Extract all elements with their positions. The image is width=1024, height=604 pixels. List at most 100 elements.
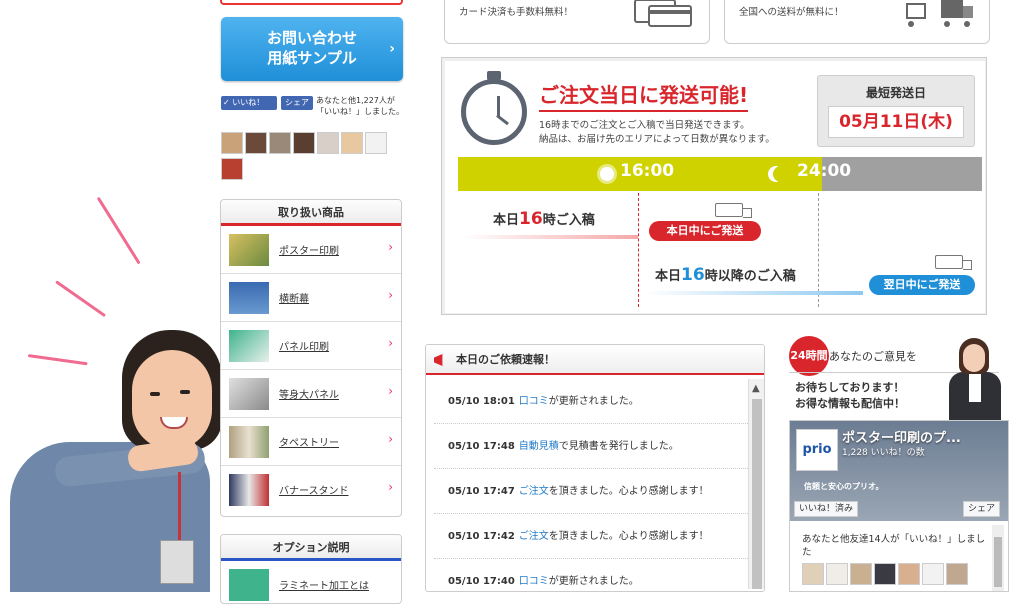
facebook-page-widget: prio ポスター印刷のプ... 1,228 いいね！の数 信頼と安心のプリオ。…: [789, 420, 1009, 592]
feed-text: が更新されました。: [548, 576, 639, 587]
avatar: [874, 563, 896, 585]
facebook-like-button[interactable]: ✓ いいね！: [221, 96, 277, 110]
prio-logo[interactable]: prio: [796, 429, 838, 471]
shipping-desc-line: 16時までのご注文とご入稿で当日発送できます。: [539, 120, 750, 131]
24h-badge: 24時間: [789, 336, 829, 376]
option-item-laminate[interactable]: ラミネート加工とは: [221, 561, 401, 603]
options-heading: オプション説明: [221, 535, 401, 561]
options-panel: オプション説明 ラミネート加工とは: [220, 534, 402, 604]
chevron-right-icon: ›: [388, 384, 393, 398]
feed-link[interactable]: 口コミ: [519, 396, 549, 407]
sample-button-line2: 用紙サンプル: [267, 49, 357, 67]
feed-link[interactable]: 自動見積: [519, 441, 559, 452]
opinion-title: あなたのご意見を: [829, 350, 917, 363]
product-label: パネル印刷: [279, 342, 329, 353]
avatar: [946, 563, 968, 585]
facebook-cover-image: prio ポスター印刷のプ... 1,228 いいね！の数 信頼と安心のプリオ。…: [790, 421, 1008, 521]
avatar: [365, 132, 387, 154]
facebook-widget-scrollbar[interactable]: [992, 525, 1004, 591]
feed-text: を頂きました。心より感謝します！: [548, 486, 709, 497]
product-thumbnail: [229, 378, 269, 410]
chevron-right-icon: ›: [388, 480, 393, 494]
chevron-right-icon: ›: [388, 240, 393, 254]
product-item-tapestry[interactable]: タペストリー ›: [221, 418, 401, 466]
feed-list: 05/10 18:01 口コミが更新されました。 05/10 17:48 自動見積で…: [434, 379, 748, 589]
next-day-ship-pill: 翌日中にご発送: [869, 275, 975, 295]
feed-heading-text: 本日のご依頼速報！: [456, 353, 555, 366]
feed-link[interactable]: 口コミ: [519, 576, 549, 587]
product-item-poster[interactable]: ポスター印刷 ›: [221, 226, 401, 274]
fastest-ship-box: 最短発送日 05月11日(木): [817, 75, 975, 147]
product-item-panel[interactable]: パネル印刷 ›: [221, 322, 401, 370]
facebook-friends-text: あなたと他友達14人が「いいね！」しました: [802, 534, 986, 558]
products-panel: 取り扱い商品 ポスター印刷 › 横断幕 › パネル印刷 › 等身大パネル › タ…: [220, 199, 402, 517]
feed-text: で見積書を発行しました。: [558, 441, 679, 452]
cart-truck-icon: [906, 0, 973, 27]
cutoff-time-label: 16:00: [620, 161, 675, 181]
avatar: [317, 132, 339, 154]
feed-scrollbar[interactable]: ▲: [748, 379, 764, 589]
avatar: [341, 132, 363, 154]
product-label: 等身大パネル: [279, 390, 339, 401]
decoration-line: [96, 196, 141, 265]
product-label: 横断幕: [279, 294, 309, 305]
top-strip: [220, 0, 403, 5]
cutoff-divider: [638, 193, 639, 307]
avatar: [269, 132, 291, 154]
daily-orders-feed: 本日のご依頼速報！ 05/10 18:01 口コミが更新されました。 05/10 …: [425, 344, 765, 592]
before-cutoff-arrow: [463, 235, 638, 239]
sample-request-button[interactable]: お問い合わせ 用紙サンプル ›: [221, 17, 403, 81]
shipping-description: 16時までのご注文とご入稿で当日発送できます。 納品は、お届け先のエリアによって…: [539, 119, 775, 147]
facebook-liked-button[interactable]: いいね！済み: [794, 501, 859, 517]
opinion-banner[interactable]: 24時間 あなたのご意見を お待ちしております！ お得な情報も配信中！: [789, 332, 1009, 422]
facebook-share-button[interactable]: シェア: [281, 96, 313, 110]
shipping-desc-line: 納品は、お届け先のエリアによって日数が異なります。: [539, 134, 775, 145]
scroll-up-icon[interactable]: ▲: [752, 383, 760, 394]
facebook-share-button[interactable]: シェア: [962, 501, 1000, 517]
facebook-friend-avatars: [802, 563, 1002, 587]
scrollbar-thumb[interactable]: [994, 537, 1002, 587]
chevron-right-icon: ›: [388, 432, 393, 446]
feed-link[interactable]: ご注文: [519, 486, 549, 497]
staff-portrait: [949, 338, 1001, 422]
option-thumbnail: [229, 569, 269, 601]
clock-icon: [461, 79, 527, 145]
feed-time: 05/10 17:47: [448, 486, 515, 497]
product-thumbnail: [229, 234, 269, 266]
card-shipping-text: 全国への送料が無料に！: [739, 7, 844, 18]
same-day-shipping-panel: ご注文当日に発送可能! 16時までのご注文とご入稿で当日発送できます。 納品は、…: [441, 57, 987, 315]
feed-text: を頂きました。心より感謝します！: [548, 531, 709, 542]
feed-heading: 本日のご依頼速報！: [426, 345, 764, 375]
avatar: [826, 563, 848, 585]
midnight-divider: [818, 193, 819, 307]
feed-link[interactable]: ご注文: [519, 531, 549, 542]
megaphone-icon: [434, 354, 443, 366]
feed-text: が更新されました。: [548, 396, 639, 407]
facebook-like-count: あなたと他1,227人が「いいね！」しました。: [316, 96, 404, 116]
product-item-banner[interactable]: 横断幕 ›: [221, 274, 401, 322]
chevron-right-icon: ›: [389, 41, 395, 57]
chevron-right-icon: ›: [388, 336, 393, 350]
facebook-slogan: 信頼と安心のプリオ。: [804, 482, 884, 491]
feed-time: 05/10 18:01: [448, 396, 515, 407]
feed-time: 05/10 17:48: [448, 441, 515, 452]
avatar: [922, 563, 944, 585]
scrollbar-thumb[interactable]: [752, 399, 762, 589]
avatar: [850, 563, 872, 585]
sample-button-line1: お問い合わせ: [266, 29, 357, 47]
list-item: 05/10 17:48 自動見積で見積書を発行しました。: [434, 424, 748, 469]
facebook-page-name[interactable]: ポスター印刷のプ...: [842, 427, 961, 446]
product-thumbnail: [229, 474, 269, 506]
product-item-banner-stand[interactable]: バナースタンド ›: [221, 466, 401, 514]
before-cutoff-text: 本日16時ご入稿: [493, 209, 595, 229]
fastest-ship-date: 05月11日(木): [828, 106, 964, 138]
moon-icon: [773, 166, 789, 182]
product-item-life-size-panel[interactable]: 等身大パネル ›: [221, 370, 401, 418]
list-item: 05/10 17:42 ご注文を頂きました。心より感謝します！: [434, 514, 748, 559]
product-thumbnail: [229, 282, 269, 314]
list-item: 05/10 18:01 口コミが更新されました。: [434, 379, 748, 424]
facebook-page-likes: 1,228 いいね！の数: [842, 448, 925, 458]
feed-time: 05/10 17:40: [448, 576, 515, 587]
list-item: 05/10 17:47 ご注文を頂きました。心より感謝します！: [434, 469, 748, 514]
opinion-text: お待ちしております！ お得な情報も配信中！: [795, 381, 905, 410]
